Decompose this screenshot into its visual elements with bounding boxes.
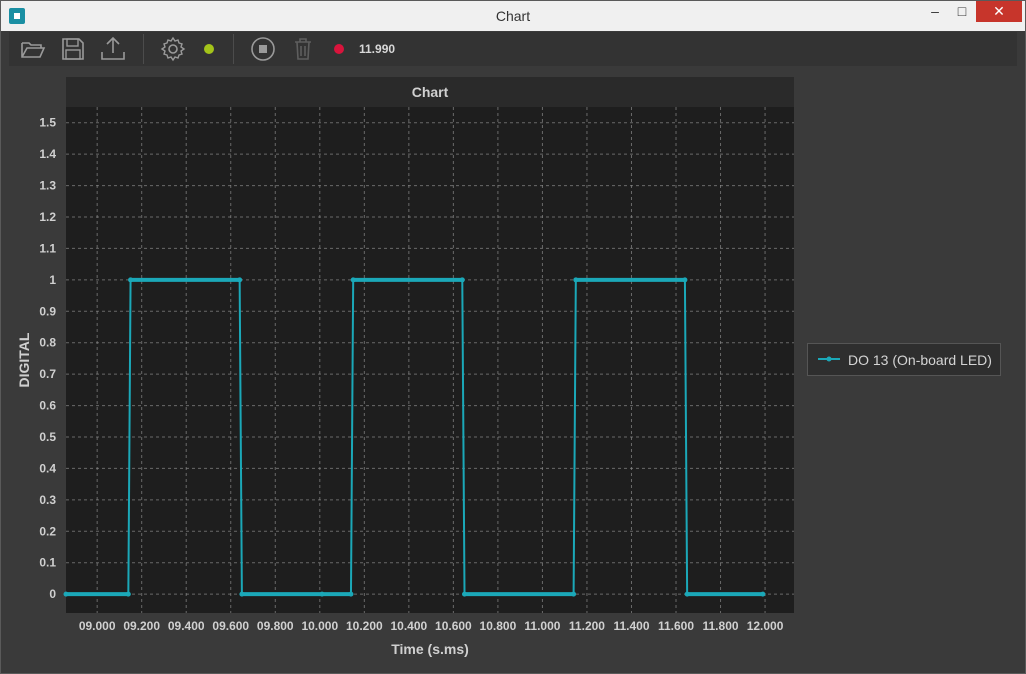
legend-label: DO 13 (On-board LED): [848, 352, 992, 368]
record-indicator: [334, 44, 344, 54]
series-point: [684, 591, 690, 597]
y-tick-label: 0.9: [39, 304, 56, 318]
series-point: [760, 591, 766, 597]
y-tick-label: 1: [49, 273, 56, 287]
open-folder-icon[interactable]: [19, 35, 47, 63]
series-point: [573, 277, 579, 283]
elapsed-time-value: 11.990: [359, 42, 396, 56]
window-title: Chart: [495, 8, 531, 24]
stop-icon[interactable]: [249, 35, 277, 63]
x-tick-label: 09.200: [123, 619, 160, 633]
y-tick-label: 0: [49, 587, 56, 601]
y-tick-label: 0.5: [39, 430, 56, 444]
y-tick-label: 1.4: [39, 147, 56, 161]
y-tick-label: 1.5: [39, 116, 56, 130]
series-point: [237, 277, 243, 283]
series-point: [319, 591, 325, 597]
x-axis-label: Time (s.ms): [391, 641, 469, 657]
x-tick-label: 09.000: [79, 619, 116, 633]
series-point: [682, 277, 688, 283]
export-icon[interactable]: [99, 35, 127, 63]
y-tick-label: 0.1: [39, 556, 56, 570]
toolbar-separator: [143, 34, 144, 64]
x-tick-label: 10.200: [346, 619, 383, 633]
y-tick-label: 1.1: [39, 241, 56, 255]
x-tick-label: 10.800: [480, 619, 517, 633]
toolbar: 11.990: [9, 32, 1017, 66]
x-tick-label: 10.600: [435, 619, 472, 633]
y-tick-label: 0.3: [39, 493, 56, 507]
settings-icon[interactable]: [159, 35, 187, 63]
x-tick-label: 10.400: [390, 619, 427, 633]
series-point: [571, 591, 577, 597]
series-point: [125, 591, 131, 597]
y-tick-label: 0.6: [39, 399, 56, 413]
y-tick-label: 1.3: [39, 179, 56, 193]
x-tick-label: 11.600: [658, 619, 694, 633]
y-tick-label: 0.4: [39, 461, 56, 475]
x-tick-label: 09.800: [257, 619, 294, 633]
x-tick-label: 09.400: [168, 619, 205, 633]
series-point: [128, 277, 134, 283]
series-point: [459, 277, 465, 283]
x-tick-label: 12.000: [747, 619, 784, 633]
series-point: [350, 277, 356, 283]
title-bar: Chart – □ ✕: [1, 1, 1025, 31]
chart-area: Chart 09.000 09.200 09.400 09.600 09.800 10.00…: [9, 67, 1017, 667]
y-tick-label: 1.2: [39, 210, 56, 224]
series-point: [462, 591, 468, 597]
x-tick-label: 11.200: [569, 619, 605, 633]
chart-title: Chart: [412, 84, 449, 100]
trash-icon[interactable]: [289, 35, 317, 63]
x-tick-label: 09.600: [212, 619, 249, 633]
x-tick-label: 11.800: [703, 619, 739, 633]
x-tick-label: 11.400: [613, 619, 649, 633]
y-tick-label: 0.2: [39, 524, 56, 538]
maximize-button[interactable]: □: [949, 1, 975, 22]
y-tick-label: 0.7: [39, 367, 56, 381]
x-tick-label: 11.000: [524, 619, 560, 633]
toolbar-separator: [233, 34, 234, 64]
minimize-button[interactable]: –: [922, 1, 948, 22]
y-axis-label: DIGITAL: [16, 332, 32, 387]
chart-window: Chart – □ ✕ 11.990 Chart 09.000 09.200 0…: [0, 0, 1026, 674]
y-tick-label: 0.8: [39, 336, 56, 350]
series-point: [63, 591, 69, 597]
x-tick-label: 10.000: [301, 619, 338, 633]
series-point: [239, 591, 245, 597]
legend: DO 13 (On-board LED): [807, 343, 1001, 376]
save-icon[interactable]: [59, 35, 87, 63]
close-button[interactable]: ✕: [976, 1, 1022, 22]
series-point: [348, 591, 354, 597]
connection-status-indicator: [204, 44, 214, 54]
legend-swatch: [818, 356, 840, 362]
